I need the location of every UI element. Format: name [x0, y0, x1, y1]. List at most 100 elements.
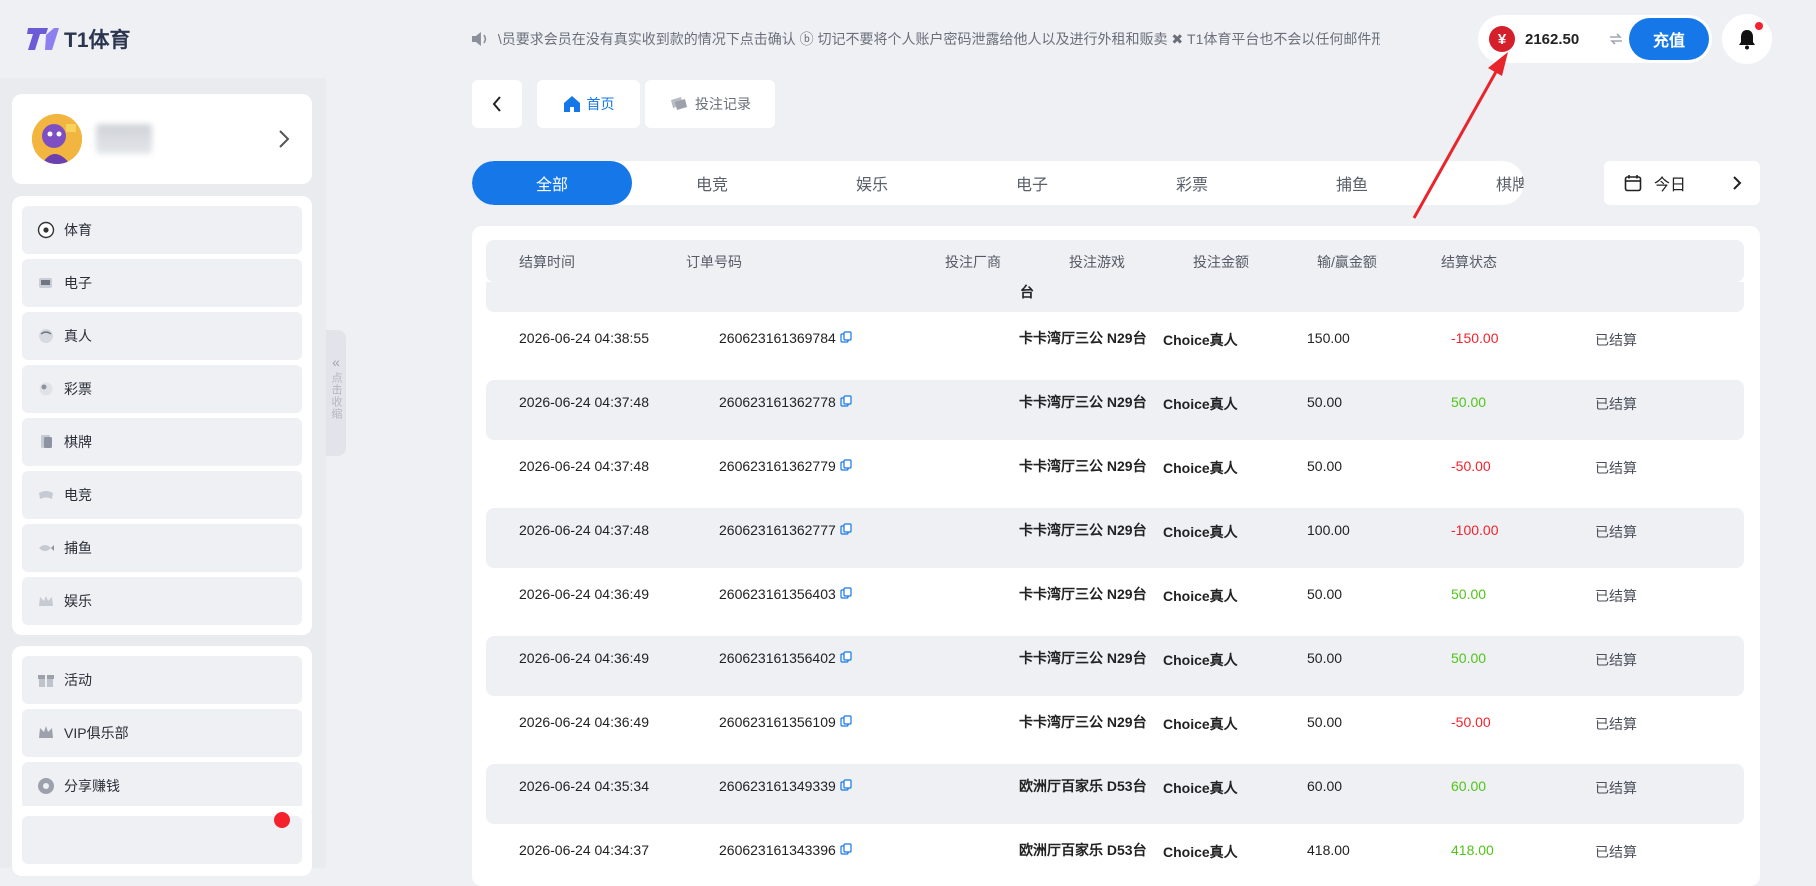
column-header-6[interactable]: 结算状态 [1441, 252, 1497, 272]
copy-icon[interactable] [840, 778, 852, 794]
copy-icon[interactable] [840, 394, 852, 410]
tab-bet-records[interactable]: 投注记录 [645, 80, 775, 128]
copy-icon[interactable] [840, 458, 852, 474]
bet-game: Choice真人 [1163, 332, 1238, 348]
sidebar-item-games-2[interactable]: 真人 [22, 312, 302, 360]
order-number: 260623161362779 [719, 458, 852, 474]
copy-icon[interactable] [840, 714, 852, 730]
sidebar-item-games-7[interactable]: 娱乐 [22, 577, 302, 625]
bet-vendor: 卡卡湾厅三公 N29台 [1019, 714, 1147, 730]
sidebar-item-games-1[interactable]: 电子 [22, 259, 302, 307]
menu-item-more[interactable] [22, 812, 302, 864]
copy-icon[interactable] [840, 842, 852, 858]
sidebar-item-extras-1[interactable]: VIP俱乐部 [22, 709, 302, 757]
sidebar-item-games-6[interactable]: 捕鱼 [22, 524, 302, 572]
copy-icon[interactable] [840, 522, 852, 538]
bet-amount: 50.00 [1307, 714, 1343, 730]
partial-row-text: 台 [1020, 284, 1034, 300]
category-tab-6[interactable]: 棋牌 [1432, 161, 1524, 205]
settle-status: 已结算 [1595, 460, 1637, 476]
settle-status: 已结算 [1595, 524, 1637, 540]
badge-dot [274, 812, 290, 828]
tab-bet-records-label: 投注记录 [695, 96, 751, 112]
avatar[interactable] [32, 114, 82, 164]
tab-home[interactable]: 首页 [537, 80, 640, 128]
order-number: 260623161349339 [719, 778, 852, 794]
order-number: 260623161356109 [719, 714, 852, 730]
profile-card[interactable] [12, 94, 312, 184]
sidebar-item-extras-2[interactable]: 分享赚钱 [22, 762, 302, 810]
bet-amount: 50.00 [1307, 458, 1343, 474]
logo[interactable]: T1体育 [26, 22, 131, 56]
order-number: 260623161362777 [719, 522, 852, 538]
bet-game: Choice真人 [1163, 844, 1238, 860]
order-number: 260623161362778 [719, 394, 852, 410]
table-row-partial: 台 [486, 282, 1744, 312]
order-number: 260623161369784 [719, 330, 852, 346]
extras-menu: 活动 VIP俱乐部 分享赚钱 [12, 646, 312, 820]
table-row: 2026-06-24 04:36:49 260623161356402 卡卡湾厅三公… [486, 636, 1744, 696]
table-row: 2026-06-24 04:37:48 260623161362778 卡卡湾厅三公… [486, 380, 1744, 440]
chips-icon [671, 97, 687, 110]
settle-time: 2026-06-24 04:35:34 [519, 778, 649, 794]
settle-status: 已结算 [1595, 588, 1637, 604]
calendar-icon [1624, 175, 1642, 192]
sidebar-collapse-toggle[interactable]: « 点击收缩 [326, 330, 346, 456]
column-header-4[interactable]: 投注金额 [1193, 252, 1249, 272]
column-header-5[interactable]: 输/赢金额 [1317, 252, 1377, 272]
copy-icon[interactable] [840, 330, 852, 346]
win-loss-amount: 50.00 [1451, 650, 1487, 666]
column-header-1[interactable]: 订单号码 [686, 252, 742, 272]
order-number-text: 260623161343396 [719, 842, 836, 858]
sidebar-item-games-5[interactable]: 电竞 [22, 471, 302, 519]
settle-time: 2026-06-24 04:37:48 [519, 394, 649, 410]
masked-username [96, 124, 152, 154]
category-tab-0[interactable]: 全部 [472, 161, 632, 205]
order-number-text: 260623161362778 [719, 394, 836, 410]
date-filter[interactable]: 今日 [1604, 161, 1760, 205]
sidebar-item-label: 分享赚钱 [64, 778, 120, 794]
sidebar-item-extras-0[interactable]: 活动 [22, 656, 302, 704]
recharge-button[interactable]: 充值 [1629, 18, 1709, 60]
home-icon [563, 96, 580, 112]
order-number-text: 260623161356403 [719, 586, 836, 602]
column-header-2[interactable]: 投注厂商 [945, 252, 1001, 272]
back-button[interactable] [472, 80, 522, 128]
order-number-text: 260623161356109 [719, 714, 836, 730]
share-icon [36, 776, 56, 796]
chevron-left-icon [492, 96, 501, 112]
category-tab-2[interactable]: 娱乐 [792, 161, 952, 205]
column-header-3[interactable]: 投注游戏 [1069, 252, 1125, 272]
win-loss-amount: -100.00 [1451, 522, 1499, 538]
copy-icon[interactable] [840, 650, 852, 666]
sidebar-item-games-4[interactable]: 棋牌 [22, 418, 302, 466]
double-chevron-left-icon: « [332, 354, 340, 370]
category-tab-4[interactable]: 彩票 [1112, 161, 1272, 205]
category-tab-3[interactable]: 电子 [952, 161, 1112, 205]
order-number-text: 260623161356402 [719, 650, 836, 666]
copy-icon[interactable] [840, 586, 852, 602]
refresh-icon[interactable] [1607, 30, 1625, 48]
sidebar-item-games-0[interactable]: 体育 [22, 206, 302, 254]
bet-amount: 50.00 [1307, 586, 1343, 602]
category-tab-1[interactable]: 电竞 [632, 161, 792, 205]
bet-vendor: 卡卡湾厅三公 N29台 [1019, 650, 1147, 666]
sidebar-item-label: 彩票 [64, 381, 92, 397]
category-tab-5[interactable]: 捕鱼 [1272, 161, 1432, 205]
bet-game: Choice真人 [1163, 780, 1238, 796]
sidebar-item-games-3[interactable]: 彩票 [22, 365, 302, 413]
chevron-right-icon[interactable] [1732, 175, 1742, 191]
bet-records-table: 结算时间 订单号码 投注厂商 投注游戏 投注金额 输/赢金额 结算状态 台 2026-06-… [472, 226, 1760, 886]
bet-amount: 100.00 [1307, 522, 1350, 538]
balance-amount: 2162.50 [1525, 30, 1580, 48]
chevron-right-icon[interactable] [278, 129, 290, 149]
column-header-0[interactable]: 结算时间 [519, 252, 575, 272]
bet-game: Choice真人 [1163, 588, 1238, 604]
table-header: 结算时间 订单号码 投注厂商 投注游戏 投注金额 输/赢金额 结算状态 [486, 240, 1744, 282]
soccer-ball-icon [36, 220, 56, 240]
sidebar-item-label: 娱乐 [64, 593, 92, 609]
notifications-button[interactable] [1722, 14, 1772, 64]
announcement-marquee[interactable]: \员要求会员在没有真实收到款的情况下点击确认 ⓑ 切记不要将个人账户密码泄露给他… [470, 28, 1380, 50]
sidebar-item-label: VIP俱乐部 [64, 725, 129, 741]
yen-icon: ¥ [1489, 26, 1515, 52]
